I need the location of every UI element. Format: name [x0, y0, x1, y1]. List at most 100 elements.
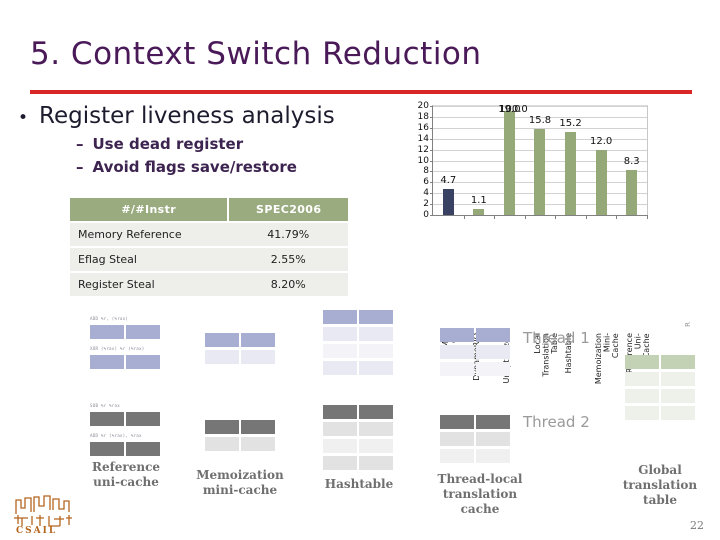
chart-bar [595, 149, 607, 215]
cache-cell-row [440, 362, 510, 376]
y-axis-tick-mark [430, 215, 433, 216]
table-row: Register Steal 8.20% [70, 271, 348, 296]
cache-cell [661, 355, 695, 369]
cache-cell [90, 412, 124, 426]
cache-cell [661, 406, 695, 420]
cache-cell [359, 422, 393, 436]
caption-memoization-mini-cache: Memoization mini-cache [196, 468, 284, 497]
cache-cell-block [205, 420, 275, 454]
cache-cell-row [205, 437, 275, 451]
cache-cell-row [625, 389, 695, 403]
cache-cell [126, 412, 160, 426]
bar-value-label: 4.7 [440, 175, 457, 187]
cache-cell [476, 449, 510, 463]
y-axis-tick-mark [430, 106, 433, 107]
chart-bar [565, 132, 577, 215]
cache-cell-row [205, 420, 275, 434]
cache-cell [90, 355, 124, 369]
cache-cell [359, 310, 393, 324]
slide-canvas: 5. Context Switch Reduction • Register l… [0, 0, 720, 540]
page-title: 5. Context Switch Reduction [30, 36, 482, 72]
cache-cell [440, 328, 474, 342]
dash-icon: – [76, 135, 84, 153]
asm-instruction-text: ADD %r, (%rax) [90, 316, 129, 321]
cache-cell-row [440, 415, 510, 429]
bullet-level2-1: – Avoid flags save/restore [76, 158, 408, 176]
title-divider [30, 90, 692, 94]
cache-cell [359, 439, 393, 453]
cache-cell [323, 422, 357, 436]
cache-cell [323, 361, 357, 375]
cache-cell [90, 442, 124, 456]
x-axis-tick-mark [616, 215, 618, 219]
cache-cell [476, 415, 510, 429]
x-axis-tick-mark [555, 215, 557, 219]
cache-cell [241, 420, 275, 434]
cache-cell [205, 437, 239, 451]
chart-bar [442, 189, 454, 215]
bullet-level2-0: – Use dead register [76, 135, 408, 153]
bullet-level2-text: Use dead register [92, 135, 244, 153]
column-header-spec2006: SPEC2006 [228, 198, 348, 222]
cell-metric: Eflag Steal [70, 246, 229, 272]
bar-value-label: 15.8 [528, 114, 552, 126]
y-axis-tick-label: 10 [417, 155, 429, 166]
cache-cell [476, 432, 510, 446]
chart-bar [626, 169, 638, 215]
chart-gridline [433, 106, 647, 107]
cache-architecture-diagram: ADD %r, (%rax) XOR (%rax) %r (%rax) SUB %r… [0, 300, 720, 540]
cache-cell-row [625, 355, 695, 369]
cache-cell-block [323, 405, 393, 473]
cache-cell-row [90, 325, 160, 339]
cache-cell-block [323, 310, 393, 378]
cache-cell-row [323, 422, 393, 436]
cache-cell-row [205, 333, 275, 347]
bullet-level2-text: Avoid flags save/restore [92, 158, 297, 176]
cache-cell [359, 327, 393, 341]
x-axis-tick-mark [524, 215, 526, 219]
cache-cell-row [323, 361, 393, 375]
cache-cell [241, 350, 275, 364]
cache-cell-row [90, 412, 160, 426]
cache-cell [625, 389, 659, 403]
cache-cell-row [90, 442, 160, 456]
y-axis-tick-label: 16 [417, 122, 429, 133]
y-axis-tick-label: 18 [417, 111, 429, 122]
cache-cell-block [90, 442, 160, 459]
cache-cell [625, 372, 659, 386]
cache-cell [205, 350, 239, 364]
cache-cell-block [205, 333, 275, 367]
cache-cell [205, 333, 239, 347]
cache-cell-row [323, 456, 393, 470]
stats-table: #/#Instr SPEC2006 Memory Reference 41.79… [70, 198, 348, 296]
bullet-dot-icon: • [18, 108, 29, 128]
page-number: 22 [690, 519, 704, 532]
cache-cell [661, 389, 695, 403]
asm-instruction-text: ADD %r (%rax), %rax [90, 433, 142, 438]
y-axis-tick-mark [430, 204, 433, 206]
cache-cell-block [90, 412, 160, 429]
y-axis-tick-label: 0 [423, 210, 429, 220]
bar-value-label: 8.3 [623, 155, 640, 167]
chart-plot-area: 0 2 4 6 8 10 12 14 16 18 20 4.7 1.1 19.0 100.0 15.8 15.2… [418, 101, 648, 220]
table-row: Memory Reference 41.79% [70, 221, 348, 247]
cache-cell [625, 406, 659, 420]
chart-bar [503, 111, 515, 215]
cache-cell [241, 437, 275, 451]
y-axis-tick-mark [430, 116, 433, 118]
y-axis-tick-mark [430, 193, 433, 195]
y-axis-tick-label: 14 [417, 133, 429, 144]
cache-cell-row [625, 406, 695, 420]
x-axis-tick-mark [463, 215, 465, 219]
cache-cell [661, 372, 695, 386]
column-header-metric: #/#Instr [70, 198, 230, 222]
asm-instruction-text: SUB %r %rax [90, 403, 120, 408]
cache-cell [126, 355, 160, 369]
caption-global-translation-table: Global translation table [622, 463, 698, 507]
bar-chart: 0 2 4 6 8 10 12 14 16 18 20 4.7 1.1 19.0 100.0 15.8 15.2… [404, 97, 651, 384]
cache-cell-block [90, 355, 160, 372]
bar-value-label: 1.1 [470, 195, 487, 206]
cache-cell-block [440, 328, 510, 379]
x-axis-tick-mark [585, 215, 587, 219]
bar-value-label-overlap: 100.0 [499, 104, 528, 115]
